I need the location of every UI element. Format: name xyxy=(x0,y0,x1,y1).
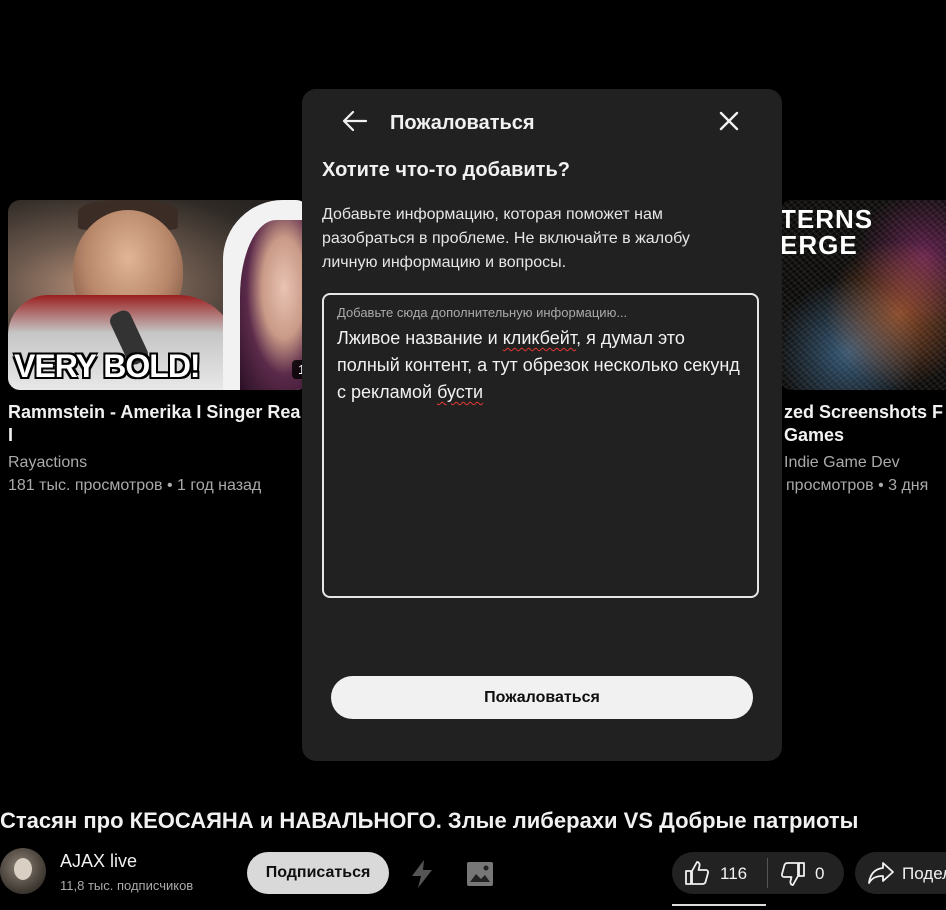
video-title-1[interactable]: Rammstein - Amerika I Singer Rea I xyxy=(8,401,304,447)
image-icon[interactable] xyxy=(462,856,498,892)
like-underline xyxy=(672,904,766,906)
misspelled-word-2: бусти xyxy=(437,382,484,402)
dislike-count: 0 xyxy=(815,864,825,883)
thumbnail-text-line1: TERNS xyxy=(780,204,874,234)
share-label: Подел xyxy=(902,864,946,883)
avatar[interactable] xyxy=(0,848,46,894)
thumbnail-text: TERNS ERGE xyxy=(780,206,873,258)
avatar-figure xyxy=(14,858,32,880)
video-title-2-line1: zed Screenshots F xyxy=(784,402,944,422)
like-divider xyxy=(767,858,768,888)
subscriber-count: 11,8 тыс. подписчиков xyxy=(60,878,194,893)
dialog-title: Пожаловаться xyxy=(390,112,535,134)
like-button[interactable] xyxy=(672,852,766,894)
channel-name[interactable]: AJAX live xyxy=(60,851,137,872)
video-title-1-line1: Rammstein - Amerika I Singer Rea xyxy=(8,402,301,422)
channel-name-1[interactable]: Rayactions xyxy=(8,452,87,474)
misspelled-word-1: кликбейт xyxy=(502,328,577,348)
video-title-2[interactable]: zed Screenshots F Games xyxy=(784,401,946,447)
video-meta-2: просмотров • 3 дня xyxy=(786,477,929,494)
video-title-2-line2: Games xyxy=(784,425,845,445)
textarea-label: Добавьте сюда дополнительную информацию.… xyxy=(337,305,628,320)
back-button[interactable] xyxy=(338,106,372,140)
submit-report-button[interactable]: Пожаловаться xyxy=(331,676,753,719)
close-button[interactable] xyxy=(712,106,746,140)
thumbnail-text: VERY BOLD! xyxy=(14,348,201,384)
subscribe-button[interactable]: Подписаться xyxy=(247,852,389,894)
dialog-question: Хотите что-то добавить? xyxy=(322,159,570,181)
video-thumbnail-2[interactable]: TERNS ERGE xyxy=(780,200,946,390)
arrow-left-icon xyxy=(342,110,368,137)
thumbs-up-icon xyxy=(684,860,710,891)
thumbs-down-icon xyxy=(780,861,806,892)
dialog-description: Добавьте информацию, которая поможет нам… xyxy=(322,206,690,271)
channel-name-2[interactable]: Indie Game Dev xyxy=(784,452,900,474)
video-meta-1: 181 тыс. просмотров • 1 год назад xyxy=(8,477,262,494)
like-count: 116 xyxy=(720,864,748,883)
dislike-button[interactable] xyxy=(776,852,836,894)
share-icon xyxy=(867,860,895,891)
video-thumbnail-1[interactable]: VERY BOLD! 1 xyxy=(8,200,308,390)
video-title: Стасян про КЕОСАЯНА и НАВАЛЬНОГО. Злые л… xyxy=(0,808,859,833)
textarea-text-1: Лживое название и xyxy=(337,328,503,348)
textarea-value[interactable]: Лживое название и кликбейт, я думал это … xyxy=(337,325,747,406)
lightning-icon[interactable] xyxy=(404,856,440,892)
video-title-1-line2: I xyxy=(8,425,14,445)
close-icon xyxy=(719,111,739,136)
thumbnail-text-line2: ERGE xyxy=(780,230,858,260)
